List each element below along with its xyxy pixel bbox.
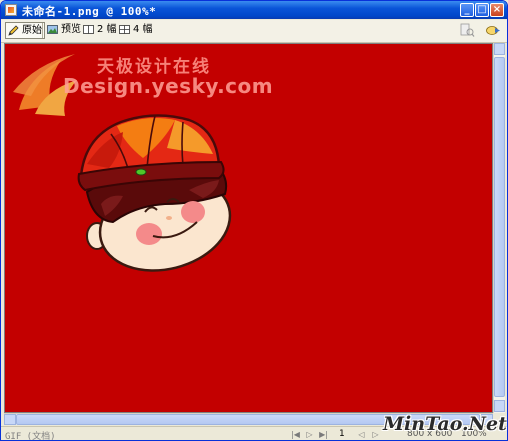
document-canvas[interactable]: 天极设计在线 Design.yesky.com [4, 43, 493, 413]
tab-original-label: 原始 [22, 25, 42, 36]
status-format: GIF (文档) [5, 432, 56, 441]
document-icon [5, 4, 17, 16]
canvas-artwork [13, 54, 232, 272]
pencil-icon [8, 25, 19, 36]
view-toolbar: 原始 预览 2 幅 4 幅 [1, 20, 507, 43]
maximize-button[interactable]: □ [475, 3, 489, 17]
title-bar[interactable]: 未命名-1.png @ 100%* _ □ × [1, 1, 507, 19]
four-up-icon [119, 25, 130, 34]
scroll-left-arrow-icon[interactable] [4, 414, 16, 425]
tab-preview-label: 预览 [61, 24, 81, 35]
last-frame-icon[interactable]: ▶| [319, 430, 328, 439]
tab-original[interactable]: 原始 [5, 22, 45, 39]
toolbar-separator [42, 23, 43, 38]
first-frame-icon[interactable]: |◀ [291, 430, 300, 439]
close-button[interactable]: × [490, 3, 504, 17]
preview-icon [47, 25, 58, 34]
vertical-scrollbar[interactable] [493, 43, 505, 413]
tab-4-up[interactable]: 4 幅 [117, 22, 155, 39]
two-up-icon [83, 25, 94, 34]
watermark-english: Design.yesky.com [63, 74, 274, 98]
prev-frame-icon[interactable]: ◁ [357, 430, 366, 439]
watermark-corner: MinTao.Net [383, 413, 507, 435]
quick-export-icon[interactable] [485, 23, 501, 38]
boy-character-illustration [77, 114, 232, 272]
tab-preview[interactable]: 预览 [45, 22, 83, 39]
tab-4-up-label: 4 幅 [133, 24, 153, 35]
play-icon[interactable]: ▷ [305, 430, 314, 439]
next-frame-icon[interactable]: ▷ [371, 430, 380, 439]
window-title: 未命名-1.png @ 100%* [22, 5, 157, 18]
page-preview-icon[interactable] [459, 23, 475, 38]
vertical-scroll-thumb[interactable] [494, 57, 505, 397]
frame-number: 1 [339, 429, 345, 439]
tab-2-up-label: 2 幅 [97, 24, 117, 35]
scroll-down-arrow-icon[interactable] [494, 400, 505, 412]
minimize-button[interactable]: _ [460, 3, 474, 17]
tab-2-up[interactable]: 2 幅 [81, 22, 119, 39]
document-window: 未命名-1.png @ 100%* _ □ × 原始 预览 2 幅 4 幅 天极… [0, 0, 508, 441]
scroll-up-arrow-icon[interactable] [494, 43, 505, 55]
